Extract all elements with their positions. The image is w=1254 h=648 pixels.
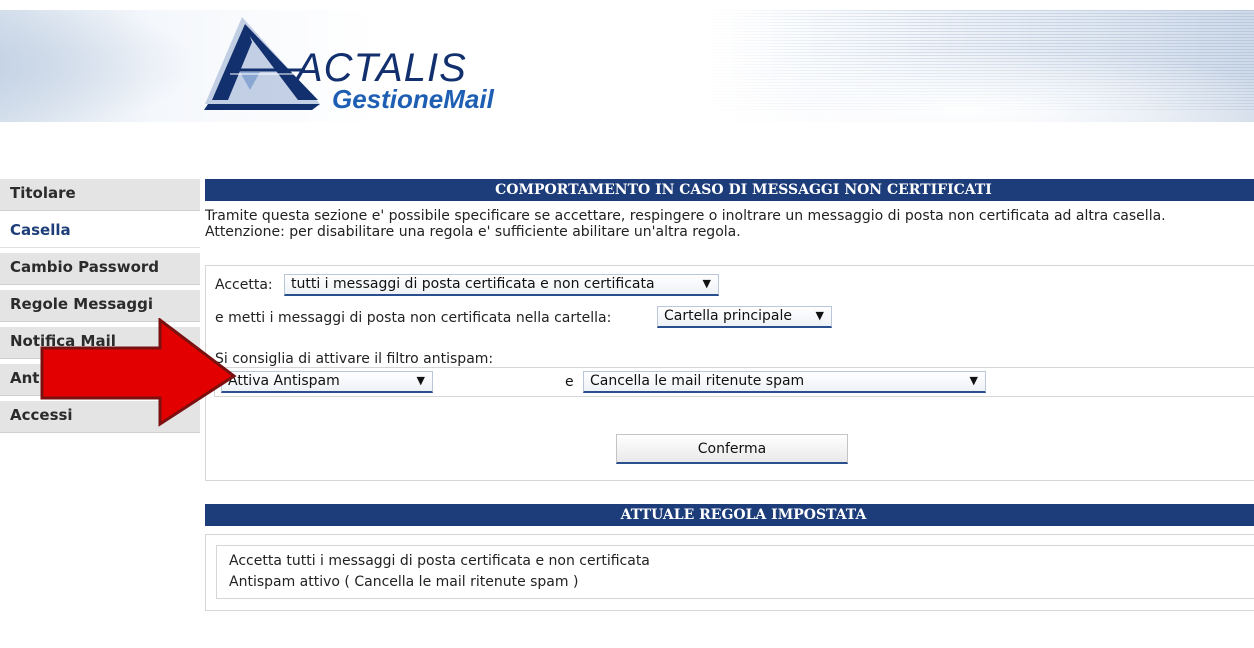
header-decoration bbox=[0, 10, 200, 122]
accept-label: Accetta: bbox=[215, 277, 273, 293]
current-rule-title-bar: ATTUALE REGOLA IMPOSTATA bbox=[205, 504, 1254, 526]
accept-select[interactable]: tutti i messaggi di posta certificata e … bbox=[284, 274, 719, 296]
folder-select-value: Cartella principale bbox=[664, 308, 792, 324]
annotation-arrow-icon bbox=[40, 318, 237, 427]
chevron-down-icon: ▼ bbox=[702, 277, 711, 290]
actalis-logo: ACTALIS GestioneMail bbox=[200, 12, 560, 122]
current-rule-box: Accetta tutti i messaggi di posta certif… bbox=[216, 545, 1254, 599]
logo-product-text: GestioneMail bbox=[332, 84, 494, 114]
and-label: e bbox=[565, 374, 574, 390]
antispam-hint: Si consiglia di attivare il filtro antis… bbox=[215, 351, 494, 367]
chevron-down-icon: ▼ bbox=[815, 309, 824, 322]
current-rule-line-2: Antispam attivo ( Cancella le mail riten… bbox=[229, 574, 579, 590]
current-rule-line-1: Accetta tutti i messaggi di posta certif… bbox=[229, 553, 650, 569]
sidebar-item-titolare[interactable]: Titolare bbox=[0, 179, 200, 211]
folder-label: e metti i messaggi di posta non certific… bbox=[215, 310, 612, 326]
sidebar-item-casella[interactable]: Casella bbox=[0, 216, 200, 248]
chevron-down-icon: ▼ bbox=[416, 374, 425, 387]
accept-select-value: tutti i messaggi di posta certificata e … bbox=[291, 276, 655, 292]
antispam-select[interactable]: Attiva Antispam ▼ bbox=[221, 371, 433, 393]
folder-select[interactable]: Cartella principale ▼ bbox=[657, 306, 832, 328]
antispam-options-row: Attiva Antispam ▼ e Cancella le mail rit… bbox=[214, 367, 1254, 397]
section-title-bar: COMPORTAMENTO IN CASO DI MESSAGGI NON CE… bbox=[205, 179, 1254, 201]
spam-action-select[interactable]: Cancella le mail ritenute spam ▼ bbox=[583, 371, 986, 393]
antispam-select-value: Attiva Antispam bbox=[228, 373, 340, 389]
spam-action-select-value: Cancella le mail ritenute spam bbox=[590, 373, 805, 389]
section-description: Tramite questa sezione e' possibile spec… bbox=[205, 208, 1166, 240]
page-header: ACTALIS GestioneMail bbox=[0, 10, 1254, 122]
chevron-down-icon: ▼ bbox=[969, 374, 978, 387]
sidebar-item-cambio-password[interactable]: Cambio Password bbox=[0, 253, 200, 285]
confirm-button[interactable]: Conferma bbox=[616, 434, 848, 464]
rule-form: Accetta: tutti i messaggi di posta certi… bbox=[205, 265, 1254, 481]
current-rule-panel: Accetta tutti i messaggi di posta certif… bbox=[205, 534, 1254, 611]
